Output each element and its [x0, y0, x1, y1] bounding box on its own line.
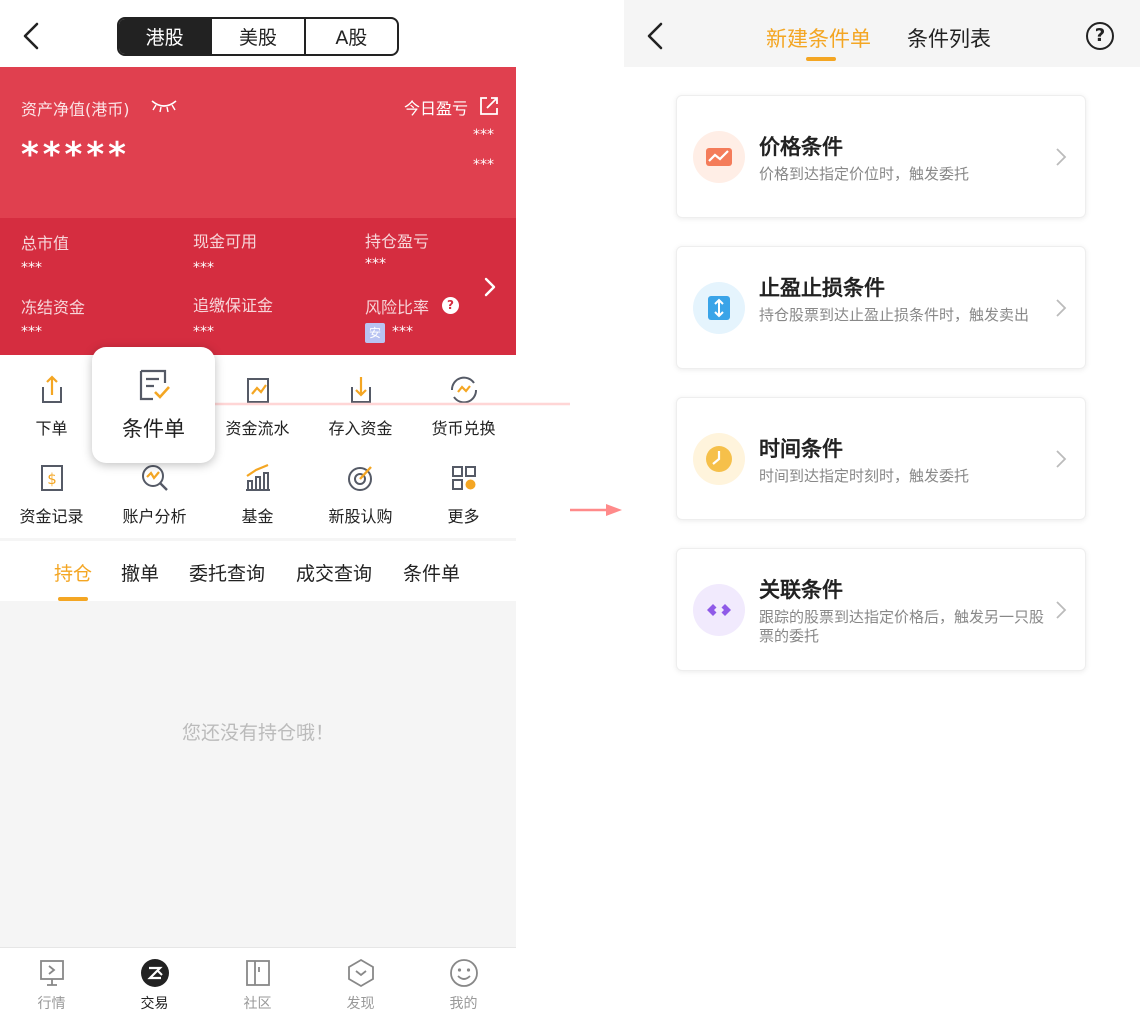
nav-label: 社区: [243, 996, 272, 1012]
card-title: 止盈止损条件: [759, 276, 885, 300]
stat-label-position-pl: 持仓盈亏: [365, 232, 430, 251]
market-board-icon: [39, 960, 64, 986]
empty-positions-text: 您还没有持仓哦！: [181, 722, 334, 744]
nav-me[interactable]: 我的: [412, 958, 515, 1013]
holdings-tabs: 持仓 撤单 委托查询 成交查询 条件单: [0, 541, 516, 601]
chevron-left-icon: [23, 22, 39, 50]
chevron-right-icon: [1056, 601, 1067, 619]
chevron-right-icon[interactable]: [482, 276, 498, 298]
net-asset-label: 资产净值(港币): [21, 100, 130, 119]
today-pl-value: ***: [473, 127, 494, 143]
tab-indicator: [806, 57, 836, 61]
net-asset-value: *****: [21, 135, 130, 175]
new-conditional-order-screen: 新建条件单 条件列表 ? 价格条件 价格到达指定价位时，触发委托 止盈止损条件 …: [624, 0, 1140, 1020]
func-place-order[interactable]: 下单: [0, 373, 103, 439]
today-pl-rate: ***: [473, 157, 494, 173]
card-time-condition[interactable]: 时间条件 时间到达指定时刻时，触发委托: [676, 397, 1086, 520]
func-label: 下单: [35, 419, 68, 438]
stop-loss-icon: [693, 282, 745, 334]
stat-value-market-value: ***: [21, 260, 42, 276]
market-tab-hk[interactable]: 港股: [119, 19, 213, 54]
flow-arrow-icon: [214, 402, 622, 516]
stat-value-position-pl: ***: [365, 256, 386, 272]
conditional-order-icon: [139, 369, 170, 401]
account-stats[interactable]: 总市值 *** 现金可用 *** 持仓盈亏 *** 冻结资金 *** 追缴保证金…: [0, 218, 516, 355]
price-condition-icon: [693, 131, 745, 183]
stat-label-margin-call: 追缴保证金: [193, 296, 274, 315]
tab-condition-list[interactable]: 条件列表: [907, 23, 991, 53]
clock-icon: [693, 433, 745, 485]
external-link-icon[interactable]: [478, 95, 500, 117]
stat-label-risk-ratio: 风险比率: [365, 298, 430, 317]
nav-community[interactable]: 社区: [206, 958, 309, 1013]
stat-value-margin-call: ***: [193, 324, 214, 340]
nav-discover[interactable]: 发现: [309, 958, 412, 1013]
card-desc: 跟踪的股票到达指定价格后，触发另一只股票的委托: [759, 608, 1045, 645]
stat-value-cash-available: ***: [193, 260, 214, 276]
func-label: 资金记录: [19, 507, 84, 526]
tab-order-query[interactable]: 委托查询: [189, 559, 265, 586]
card-desc: 价格到达指定价位时，触发委托: [759, 165, 970, 183]
card-desc: 时间到达指定时刻时，触发委托: [759, 467, 970, 485]
func-label: 条件单: [122, 417, 185, 441]
card-title: 关联条件: [759, 578, 843, 602]
card-linked-condition[interactable]: 关联条件 跟踪的股票到达指定价格后，触发另一只股票的委托: [676, 548, 1086, 671]
chevron-right-icon: [1056, 299, 1067, 317]
card-desc: 持仓股票到达止盈止损条件时，触发卖出: [759, 306, 1030, 324]
func-account-analysis[interactable]: 账户分析: [103, 461, 206, 527]
nav-label: 发现: [346, 996, 375, 1012]
stat-value-risk-ratio: ***: [392, 324, 413, 340]
card-take-profit-stop-loss[interactable]: 止盈止损条件 持仓股票到达止盈止损条件时，触发卖出: [676, 246, 1086, 369]
smiley-icon: [449, 959, 478, 987]
tab-conditional-orders[interactable]: 条件单: [403, 559, 460, 586]
back-button[interactable]: [12, 16, 52, 56]
stat-label-market-value: 总市值: [21, 234, 70, 253]
today-pl-label[interactable]: 今日盈亏: [404, 95, 468, 119]
discover-hexagon-icon: [347, 958, 374, 988]
bottom-nav: 行情 交易 社区 发现 我的: [0, 947, 516, 1020]
func-conditional-order[interactable]: 条件单: [92, 347, 215, 463]
nav-label: 交易: [140, 996, 169, 1012]
help-icon[interactable]: ?: [1086, 22, 1114, 50]
conditional-order-header: 新建条件单 条件列表 ?: [624, 0, 1140, 67]
tab-positions[interactable]: 持仓: [54, 559, 92, 586]
chevron-right-icon: [1056, 450, 1067, 468]
account-analysis-icon: [141, 465, 168, 491]
stat-label-frozen: 冻结资金: [21, 298, 86, 317]
tab-cancel-order[interactable]: 撤单: [121, 559, 159, 586]
tab-deal-query[interactable]: 成交查询: [296, 559, 372, 586]
place-order-icon: [41, 375, 62, 403]
help-icon[interactable]: ?: [442, 297, 459, 314]
link-icon: [693, 584, 745, 636]
stat-label-cash-available: 现金可用: [193, 232, 258, 251]
market-tab-a[interactable]: A股: [306, 19, 397, 54]
chevron-left-icon: [647, 22, 663, 50]
func-fund-records[interactable]: $ 资金记录: [0, 461, 103, 527]
screenshot-root: 港股 美股 A股 资产净值(港币) ***** 今日盈亏 *** *** 总市值…: [0, 0, 1140, 1020]
card-title: 价格条件: [759, 135, 843, 159]
func-label: 账户分析: [122, 507, 187, 526]
asset-card: 资产净值(港币) ***** 今日盈亏 *** ***: [0, 67, 516, 218]
nav-market[interactable]: 行情: [0, 958, 103, 1013]
nav-label: 我的: [449, 996, 478, 1012]
trade-icon: [140, 959, 169, 987]
tab-indicator: [58, 597, 88, 601]
market-tab-us[interactable]: 美股: [212, 19, 306, 54]
trade-header: 港股 美股 A股: [0, 0, 516, 67]
risk-safe-badge: 安: [365, 323, 385, 343]
stat-value-frozen: ***: [21, 324, 42, 340]
card-price-condition[interactable]: 价格条件 价格到达指定价位时，触发委托: [676, 95, 1086, 218]
nav-label: 行情: [37, 996, 66, 1012]
back-button[interactable]: [636, 16, 676, 56]
svg-text:$: $: [47, 470, 57, 488]
tab-new-conditional-order[interactable]: 新建条件单: [766, 23, 871, 53]
nav-trade[interactable]: 交易: [103, 958, 206, 1013]
chevron-right-icon: [1056, 148, 1067, 166]
community-book-icon: [245, 960, 270, 986]
eye-closed-icon[interactable]: [150, 97, 178, 113]
market-segmented-control: 港股 美股 A股: [117, 17, 399, 56]
fund-records-icon: $: [40, 465, 63, 491]
card-title: 时间条件: [759, 437, 843, 461]
